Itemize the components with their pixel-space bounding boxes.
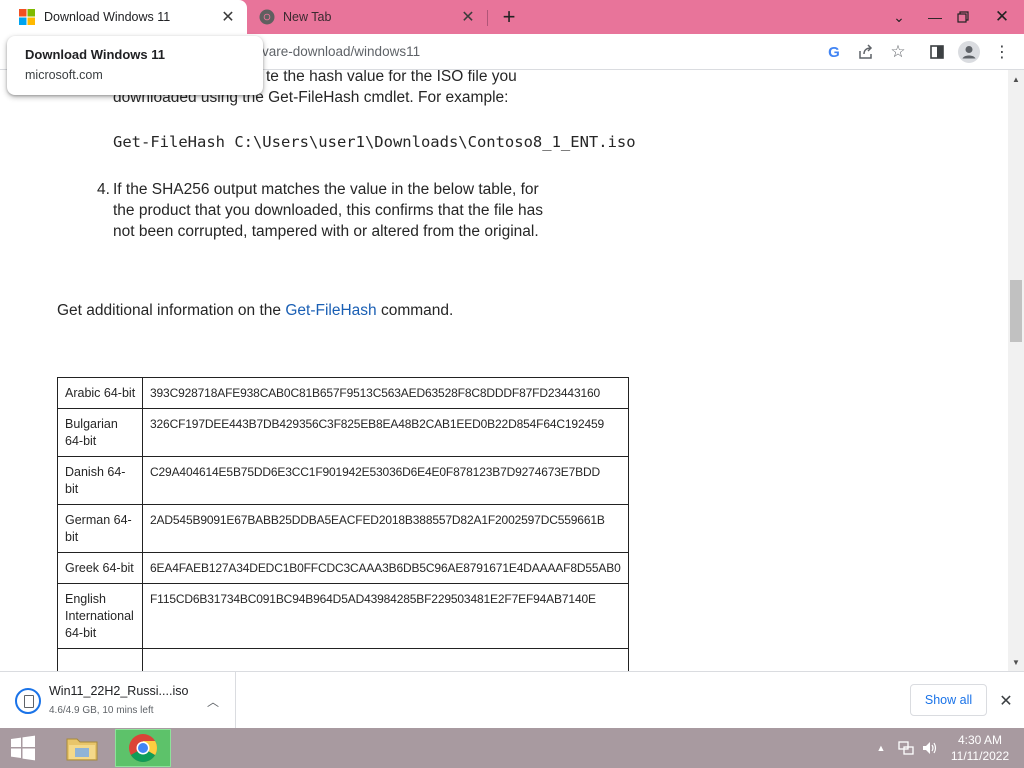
hash-cell: 2AD545B9091E67BABB25DDBA5EACFED2018B3885… [142, 504, 629, 553]
code-example: Get-FileHash C:\Users\user1\Downloads\Co… [113, 133, 636, 151]
download-file-name: Win11_22H2_Russi....iso [49, 684, 189, 698]
tab-download-windows-11[interactable]: Download Windows 11 ✕ [0, 0, 247, 34]
tab-hover-card: Download Windows 11 microsoft.com [7, 36, 263, 95]
profile-icon[interactable] [957, 40, 981, 64]
download-progress-file-icon [15, 688, 41, 714]
hash-cell: 326CF197DEE443B7DB429356C3F825EB8EA48B2C… [142, 408, 629, 457]
hash-table: Arabic 64-bit 393C928718AFE938CAB0C81B65… [57, 377, 629, 671]
star-icon[interactable]: ☆ [886, 40, 910, 64]
clock[interactable]: 4:30 AM 11/11/2022 [942, 732, 1018, 764]
language-cell: German 64-bit [57, 504, 143, 553]
download-status: 4.6/4.9 GB, 10 mins left [49, 705, 154, 716]
table-row: Arabic 64-bit 393C928718AFE938CAB0C81B65… [57, 377, 629, 409]
restore-icon[interactable] [946, 0, 980, 34]
page-content: te the hash value for the ISO file you d… [0, 70, 1008, 671]
file-explorer-icon[interactable] [54, 729, 110, 767]
network-icon[interactable] [896, 728, 916, 768]
tab-search-chevron-icon[interactable]: ⌄ [882, 0, 916, 34]
hash-cell [142, 648, 629, 671]
new-tab-button[interactable]: + [496, 4, 522, 30]
hover-card-domain: microsoft.com [25, 68, 103, 82]
chrome-taskbar-icon[interactable] [115, 729, 171, 767]
table-row: Bulgarian 64-bit 326CF197DEE443B7DB42935… [57, 408, 629, 457]
hash-cell: 6EA4FAEB127A34DEDC1B0FFCDC3CAAA3B6DB5C96… [142, 552, 629, 584]
chrome-icon [259, 9, 275, 25]
additional-info-suffix: command. [376, 302, 454, 319]
hash-cell: 393C928718AFE938CAB0C81B657F9513C563AED6… [142, 377, 629, 409]
language-cell: Danish 64-bit [57, 456, 143, 505]
clock-date: 11/11/2022 [950, 749, 1010, 763]
google-icon[interactable]: G [822, 40, 846, 64]
table-row: Danish 64-bit C29A404614E5B75DD6E3CC1F90… [57, 456, 629, 505]
tab-title: New Tab [283, 10, 332, 24]
table-row: Greek 64-bit 6EA4FAEB127A34DEDC1B0FFCDC3… [57, 552, 629, 584]
language-cell: English International 64-bit [57, 583, 143, 649]
tab-separator [487, 10, 488, 26]
scrollbar-thumb[interactable] [1010, 280, 1022, 342]
download-shelf: Win11_22H2_Russi....iso 4.6/4.9 GB, 10 m… [0, 671, 1024, 728]
microsoft-logo-icon [19, 9, 35, 25]
volume-icon[interactable] [920, 728, 940, 768]
share-icon[interactable] [854, 40, 878, 64]
step3-text-line1: te the hash value for the ISO file you [266, 70, 517, 85]
step4-text-line2: the product that you downloaded, this co… [113, 202, 543, 219]
table-row: German 64-bit 2AD545B9091E67BABB25DDBA5E… [57, 504, 629, 553]
tray-up-arrow-icon[interactable]: ▲ [872, 728, 890, 768]
tab-title: Download Windows 11 [44, 10, 171, 24]
scroll-up-arrow-icon[interactable]: ▲ [1008, 72, 1024, 86]
step4-text-line1: If the SHA256 output matches the value i… [113, 181, 539, 198]
hash-cell: C29A404614E5B75DD6E3CC1F901942E53036D6E4… [142, 456, 629, 505]
tab-strip: Download Windows 11 ✕ New Tab ✕ + ⌄ — ✕ [0, 0, 1024, 34]
clock-time: 4:30 AM [957, 733, 1003, 747]
get-filehash-link[interactable]: Get-FileHash [285, 302, 376, 319]
taskbar: ▲ 4:30 AM 11/11/2022 [0, 728, 1024, 768]
tab-close-icon[interactable]: ✕ [459, 8, 477, 26]
language-cell [57, 648, 143, 671]
language-cell: Bulgarian 64-bit [57, 408, 143, 457]
download-item[interactable]: Win11_22H2_Russi....iso 4.6/4.9 GB, 10 m… [0, 672, 236, 728]
screen: Download Windows 11 ✕ New Tab ✕ + ⌄ — ✕ … [0, 0, 1024, 768]
step4-text-line3: not been corrupted, tampered with or alt… [113, 223, 539, 240]
address-bar[interactable]: vare-download/windows11 [262, 44, 420, 59]
scroll-down-arrow-icon[interactable]: ▼ [1008, 655, 1024, 669]
windows-logo-icon [11, 735, 35, 761]
table-row [57, 648, 629, 671]
language-cell: Greek 64-bit [57, 552, 143, 584]
show-all-button[interactable]: Show all [910, 684, 987, 716]
tab-close-icon[interactable]: ✕ [219, 8, 237, 26]
start-button[interactable] [0, 728, 46, 768]
hover-card-title: Download Windows 11 [25, 47, 166, 62]
language-cell: Arabic 64-bit [57, 377, 143, 409]
chevron-up-icon[interactable]: ︿ [204, 692, 222, 710]
additional-info-text: Get additional information on the Get-Fi… [57, 302, 453, 320]
additional-info-prefix: Get additional information on the [57, 302, 286, 319]
more-icon[interactable]: ⋮ [990, 40, 1014, 64]
hash-cell: F115CD6B31734BC091BC94B964D5AD43984285BF… [142, 583, 629, 649]
table-row: English International 64-bit F115CD6B317… [57, 583, 629, 649]
close-shelf-icon[interactable]: ✕ [996, 691, 1016, 711]
side-panel-icon[interactable] [925, 40, 949, 64]
tab-new-tab[interactable]: New Tab ✕ [247, 0, 487, 34]
page-scrollbar[interactable]: ▲ ▼ [1008, 70, 1024, 671]
close-window-icon[interactable]: ✕ [985, 0, 1019, 34]
step4-number: 4. [97, 181, 110, 198]
